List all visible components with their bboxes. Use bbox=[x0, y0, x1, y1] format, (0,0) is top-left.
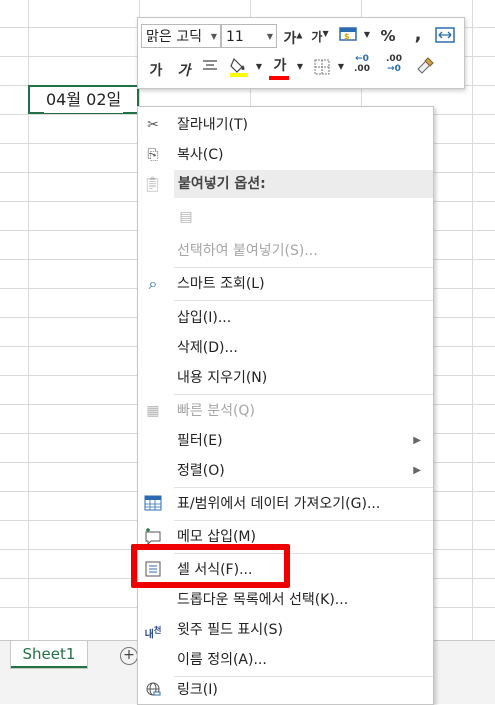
decrease-decimal-icon[interactable]: .00 →0 bbox=[382, 54, 406, 74]
font-size-dropdown[interactable]: 11 ▼ bbox=[221, 24, 277, 48]
chevron-down-icon[interactable]: ▼ bbox=[254, 62, 264, 71]
menu-item-get-data-from-table[interactable]: 표/범위에서 데이터 가져오기(G)... bbox=[138, 490, 433, 518]
chevron-down-icon[interactable]: ▼ bbox=[295, 62, 305, 71]
align-center-icon[interactable] bbox=[200, 58, 220, 78]
menu-item-delete[interactable]: 삭제(D)... bbox=[138, 334, 433, 362]
paste-option-button[interactable]: ▤ bbox=[138, 203, 433, 233]
menu-item-define-name[interactable]: 이름 정의(A)... bbox=[138, 646, 433, 674]
menu-item-copy[interactable]: ⎘ 복사(C) bbox=[138, 141, 433, 169]
comma-style-button[interactable]: , bbox=[408, 24, 428, 45]
table-icon bbox=[143, 494, 163, 514]
chevron-down-icon: ▼ bbox=[210, 32, 217, 41]
submenu-arrow-icon: ▶ bbox=[413, 435, 421, 446]
mini-toolbar: 맑은 고딕 ▼ 11 ▼ 가▲ 가▼ $ ▼ % , 가 가 ▼ 가 ▼ ▼ ←… bbox=[137, 17, 465, 89]
add-sheet-button[interactable]: + bbox=[120, 647, 138, 665]
percent-style-button[interactable]: % bbox=[378, 27, 398, 45]
menu-item-link[interactable]: 링크(I) bbox=[138, 676, 433, 704]
menu-item-filter[interactable]: 필터(E) ▶ bbox=[138, 427, 433, 455]
copy-icon: ⎘ bbox=[147, 147, 159, 163]
font-size-value: 11 bbox=[226, 29, 244, 45]
chevron-down-icon: ▼ bbox=[266, 32, 273, 41]
link-icon bbox=[143, 680, 163, 700]
menu-item-pick-from-dropdown[interactable]: 드롭다운 목록에서 선택(K)... bbox=[138, 586, 433, 614]
increase-decimal-icon[interactable]: ←0.00 bbox=[350, 54, 374, 74]
svg-text:$: $ bbox=[344, 32, 350, 41]
paste-options-header: 붙여넣기 옵션: bbox=[174, 170, 433, 198]
highlight-box bbox=[131, 544, 290, 588]
menu-item-paste-special[interactable]: 선택하여 붙여넣기(S)... bbox=[138, 237, 433, 265]
cell-styles-icon[interactable]: $ bbox=[337, 26, 359, 44]
menu-item-insert[interactable]: 삽입(I)... bbox=[138, 304, 433, 332]
search-icon: ⌕ bbox=[148, 274, 158, 293]
menu-item-quick-analysis[interactable]: ▦ 빠른 분석(Q) bbox=[138, 397, 433, 425]
menu-item-clear-contents[interactable]: 내용 지우기(N) bbox=[138, 364, 433, 392]
cell-value: 04월 02일 bbox=[44, 87, 124, 113]
paste-icon: ▤ bbox=[179, 209, 193, 225]
menu-item-phonetic-field[interactable]: 내천 윗주 필드 표시(S) bbox=[138, 616, 433, 644]
menu-item-sort[interactable]: 정렬(O) ▶ bbox=[138, 457, 433, 485]
clipboard-icon: 📋︎ bbox=[143, 175, 163, 193]
fill-color-icon[interactable] bbox=[228, 55, 250, 81]
merge-center-icon[interactable] bbox=[434, 27, 456, 47]
font-name-value: 맑은 고딕 bbox=[146, 29, 202, 45]
increase-font-size-icon[interactable]: 가▲ bbox=[283, 28, 303, 48]
menu-item-smart-lookup[interactable]: ⌕ 스마트 조회(L) bbox=[138, 270, 433, 298]
menu-item-cut[interactable]: ✂ 잘라내기(T) bbox=[138, 111, 433, 139]
phonetic-guide-icon: 내천 bbox=[144, 625, 162, 641]
scissors-icon: ✂ bbox=[147, 117, 159, 133]
chevron-down-icon[interactable]: ▼ bbox=[362, 30, 372, 39]
font-color-button[interactable]: 가 bbox=[269, 55, 291, 80]
submenu-arrow-icon: ▶ bbox=[413, 465, 421, 476]
format-painter-icon[interactable] bbox=[414, 56, 436, 80]
quick-analysis-icon: ▦ bbox=[146, 403, 160, 419]
font-name-dropdown[interactable]: 맑은 고딕 ▼ bbox=[141, 24, 221, 48]
bold-button[interactable]: 가 bbox=[146, 60, 166, 80]
sheet-tab-sheet1[interactable]: Sheet1 bbox=[10, 641, 88, 669]
chevron-down-icon[interactable]: ▼ bbox=[336, 62, 346, 71]
borders-icon[interactable] bbox=[312, 58, 332, 80]
context-menu: ✂ 잘라내기(T) ⎘ 복사(C) 붙여넣기 옵션: 📋︎ ▤ 선택하여 붙여넣… bbox=[137, 106, 434, 705]
italic-button[interactable]: 가 bbox=[174, 60, 194, 80]
decrease-font-size-icon[interactable]: 가▼ bbox=[310, 28, 330, 45]
